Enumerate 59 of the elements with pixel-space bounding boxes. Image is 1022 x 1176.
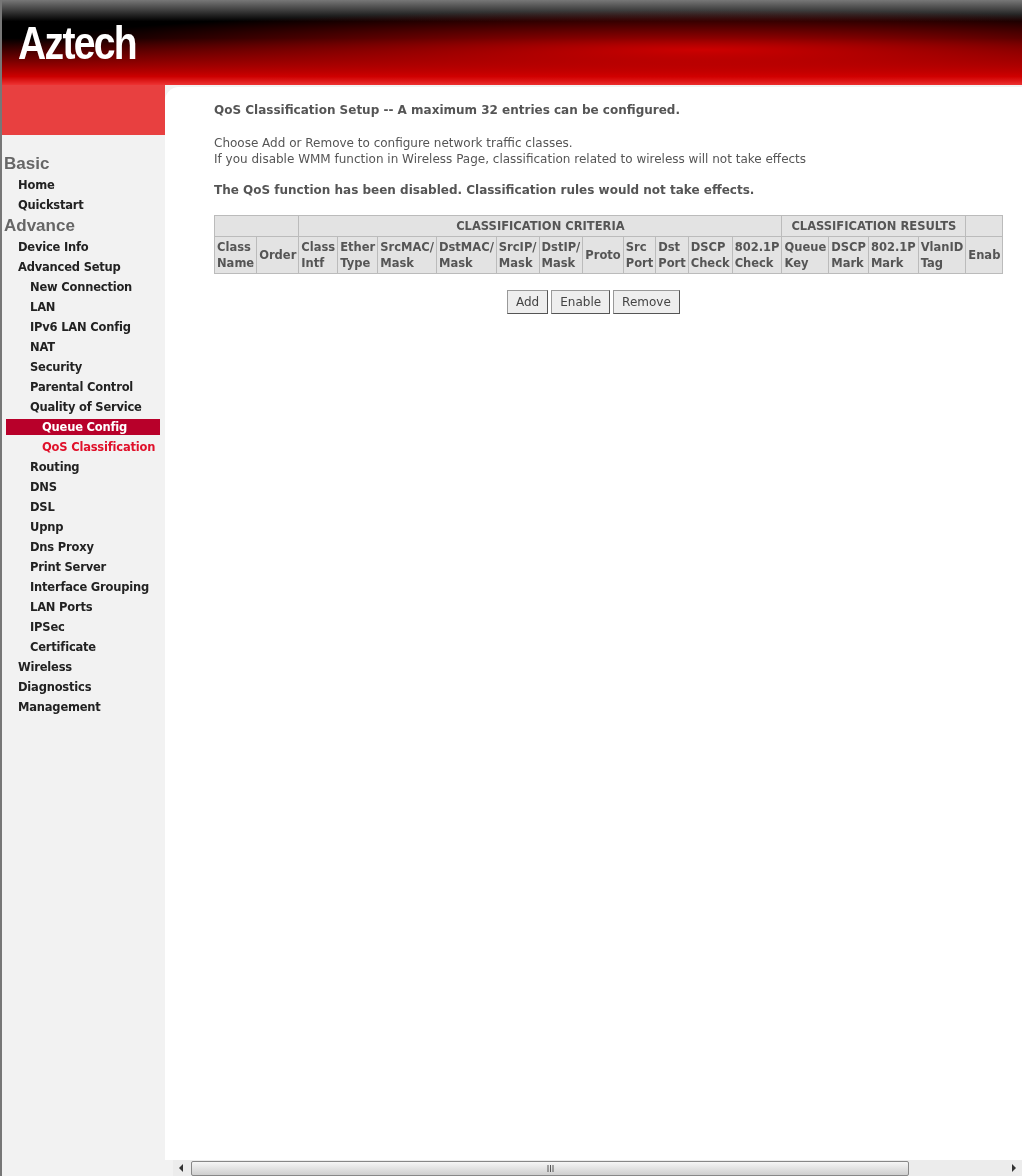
- sidebar-section-title: Basic: [4, 153, 51, 175]
- column-header: DSCP Check: [688, 237, 732, 273]
- scrollbar-thumb[interactable]: [191, 1160, 909, 1176]
- sidebar-item[interactable]: Quality of Service: [30, 399, 142, 415]
- column-header: Ether Type: [338, 237, 378, 273]
- column-header: Order: [257, 237, 299, 273]
- horizontal-scrollbar[interactable]: [173, 1160, 1022, 1176]
- sidebar-item[interactable]: Routing: [30, 459, 80, 475]
- sidebar-item[interactable]: IPv6 LAN Config: [30, 319, 131, 335]
- sidebar-item[interactable]: NAT: [30, 339, 55, 355]
- column-header: VlanID Tag: [918, 237, 966, 273]
- sidebar-item[interactable]: IPSec: [30, 619, 65, 635]
- column-header: SrcMAC/ Mask: [378, 237, 436, 273]
- column-header: 802.1P Check: [732, 237, 782, 273]
- action-button[interactable]: Remove: [613, 290, 680, 314]
- sidebar-item[interactable]: Security: [30, 359, 83, 375]
- sidebar-item[interactable]: Home: [18, 177, 55, 193]
- sidebar-item[interactable]: Dns Proxy: [30, 539, 94, 555]
- group-header: CLASSIFICATION RESULTS: [782, 216, 966, 236]
- sidebar-item[interactable]: Queue Config: [6, 419, 160, 435]
- logo: Aztech: [18, 15, 136, 70]
- warning-text: The QoS function has been disabled. Classification rules would not take effects.: [214, 183, 756, 197]
- sidebar-item[interactable]: Management: [18, 699, 101, 715]
- column-header: Dst Port: [656, 237, 688, 273]
- column-header: Proto: [583, 237, 623, 273]
- sidebar-item[interactable]: Certificate: [30, 639, 96, 655]
- sidebar-item[interactable]: Device Info: [18, 239, 89, 255]
- page-title: QoS Classification Setup -- A maximum 32 entries can be configured.: [214, 103, 681, 117]
- action-button[interactable]: Enable: [551, 290, 611, 314]
- sidebar-item[interactable]: Wireless: [18, 659, 72, 675]
- instruction-text: If you disable WMM function in Wireless Page, classification related to wireless will not take effects: [214, 151, 808, 167]
- sidebar-item[interactable]: Quickstart: [18, 197, 84, 213]
- sidebar-item[interactable]: Parental Control: [30, 379, 134, 395]
- sidebar-item[interactable]: LAN: [30, 299, 56, 315]
- sidebar-section-title: Advance: [4, 215, 76, 237]
- sidebar-item[interactable]: New Connection: [30, 279, 133, 295]
- sidebar-item[interactable]: Upnp: [30, 519, 64, 535]
- grip-icon: [546, 1164, 554, 1172]
- column-header: Enab: [966, 237, 1003, 273]
- column-header: Class Name: [215, 237, 257, 273]
- sidebar-item[interactable]: QoS Classification: [42, 439, 156, 455]
- column-header: 802.1P Mark: [868, 237, 918, 273]
- sidebar-item[interactable]: Interface Grouping: [30, 579, 149, 595]
- instruction-text: Choose Add or Remove to configure network traffic classes.: [214, 135, 574, 151]
- sidebar-item[interactable]: Diagnostics: [18, 679, 92, 695]
- column-header: Src Port: [623, 237, 656, 273]
- column-header: DstMAC/ Mask: [436, 237, 496, 273]
- column-header: Class Intf: [299, 237, 338, 273]
- sidebar-item[interactable]: DNS: [30, 479, 57, 495]
- column-header: SrcIP/ Mask: [496, 237, 539, 273]
- group-header: CLASSIFICATION CRITERIA: [299, 216, 782, 236]
- sidebar-item[interactable]: LAN Ports: [30, 599, 93, 615]
- column-header: Queue Key: [782, 237, 829, 273]
- column-header: DstIP/ Mask: [539, 237, 583, 273]
- action-button[interactable]: Add: [507, 290, 549, 314]
- column-header: DSCP Mark: [829, 237, 868, 273]
- sidebar-item[interactable]: Advanced Setup: [18, 259, 121, 275]
- sidebar-item[interactable]: Print Server: [30, 559, 107, 575]
- sidebar-item[interactable]: DSL: [30, 499, 55, 515]
